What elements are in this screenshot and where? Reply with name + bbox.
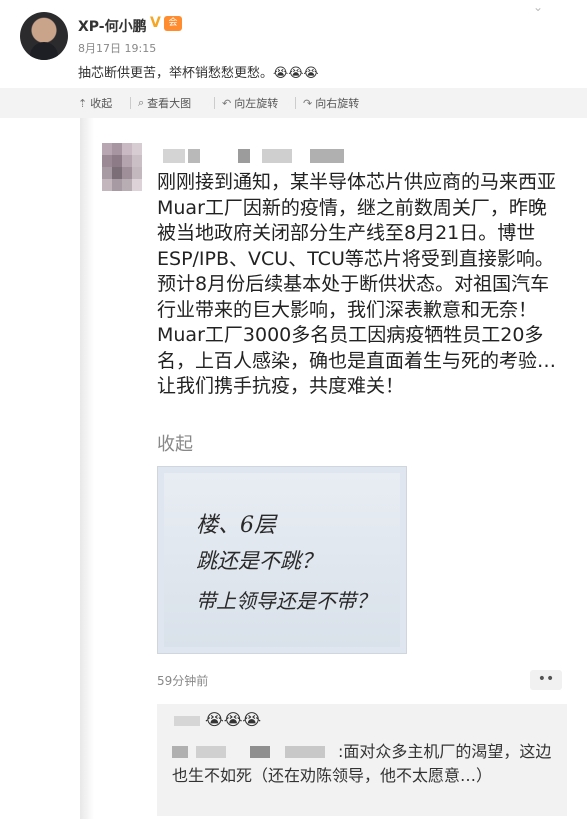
collapse-icon: ⇡ — [78, 96, 88, 110]
handwritten-note-image[interactable]: 楼、6层 跳还是不跳？ 带上领导还是不带？ — [157, 466, 407, 654]
note-line-3: 带上领导还是不带？ — [196, 589, 376, 613]
member-badge[interactable]: 会 — [164, 16, 182, 31]
rotate-right-icon: ↷ — [303, 96, 313, 110]
page-margin — [0, 118, 80, 819]
verified-badge: V — [150, 15, 161, 31]
post-header: XP-何小鹏 V 会 ⌄ 8月17日 19:15 抽芯断供更苦，举杯销愁愁更愁。… — [0, 0, 587, 88]
blurred-avatar — [102, 143, 142, 191]
rotate-right-button[interactable]: ↷ 向右旋转 — [303, 95, 359, 111]
rotate-left-icon: ↶ — [222, 96, 232, 110]
blurred-name — [188, 149, 200, 163]
image-toolbar: ⇡ 收起 ⌕ 查看大图 ↶ 向左旋转 ↷ 向右旋转 — [0, 88, 587, 118]
collapse-button[interactable]: ⇡ 收起 — [78, 95, 112, 111]
image-edge — [80, 118, 94, 819]
blurred-name — [163, 149, 185, 163]
chat-message: 刚刚接到通知，某半导体芯片供应商的马来西亚Muar工厂因新的疫情，继之前数周关厂… — [157, 171, 557, 397]
blurred-name — [174, 716, 200, 726]
more-button[interactable]: •• — [530, 670, 562, 690]
note-line-2: 跳还是不跳？ — [196, 549, 322, 573]
author-name[interactable]: XP-何小鹏 — [78, 16, 147, 36]
rotate-left-button[interactable]: ↶ 向左旋转 — [222, 95, 278, 111]
chevron-down-icon[interactable]: ⌄ — [533, 0, 551, 14]
message-timestamp: 59分钟前 — [157, 674, 209, 688]
blurred-name — [310, 149, 344, 163]
comment-text: :面对众多主机厂的渴望，这边也生不如死（还在劝陈领导，他不太愿意…） — [172, 742, 552, 785]
note-line-1: 楼、6层 — [196, 513, 276, 538]
avatar[interactable] — [20, 12, 68, 60]
view-large-button[interactable]: ⌕ 查看大图 — [138, 95, 191, 111]
search-icon: ⌕ — [138, 96, 145, 109]
post-time[interactable]: 8月17日 19:15 — [78, 40, 156, 56]
collapse-link[interactable]: 收起 — [157, 430, 193, 456]
blurred-name — [262, 149, 292, 163]
blurred-name — [238, 149, 250, 163]
comment-emojis: 😭😭😭 — [205, 710, 262, 729]
post-text: 抽芯断供更苦，举杯销愁愁更愁。😭😭😭 — [78, 66, 319, 81]
